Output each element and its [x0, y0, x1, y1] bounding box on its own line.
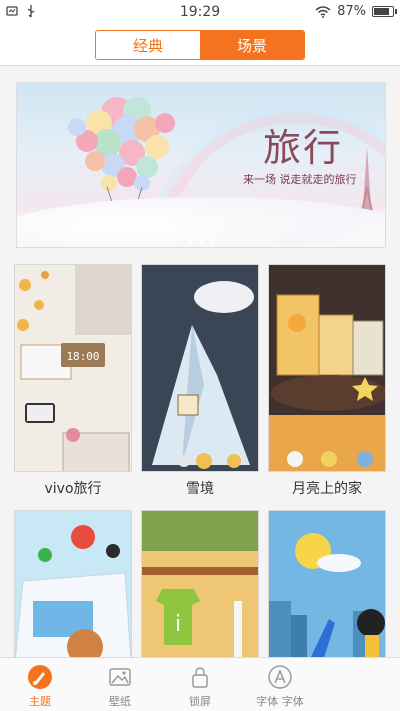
category-switcher: 经典 场景 — [95, 30, 305, 60]
banner-subtitle: 来一场 说走就走的旅行 — [243, 173, 357, 186]
theme-brush-icon — [27, 664, 53, 690]
banner-page-indicator — [17, 238, 385, 243]
theme-label: 雪境 — [186, 481, 214, 497]
nav-lockscreen[interactable]: 锁屏 — [160, 658, 240, 711]
featured-banner[interactable]: 旅行 来一场 说走就走的旅行 — [16, 82, 386, 248]
theme-thumbnail — [141, 264, 259, 472]
page-dot — [198, 238, 204, 243]
theme-card[interactable]: 月亮上的家 — [268, 264, 386, 498]
bottom-navigation: 主题 壁纸 锁屏 字体 字体 — [0, 657, 400, 711]
header: 经典 场景 — [0, 24, 400, 66]
tab-scene[interactable]: 场景 — [200, 31, 304, 59]
theme-label: vivo旅行 — [44, 481, 102, 497]
theme-thumbnail — [268, 510, 386, 660]
nav-wallpaper-label: 壁纸 — [109, 695, 131, 708]
page-dot — [187, 238, 193, 243]
nav-theme[interactable]: 主题 — [0, 658, 80, 711]
lock-icon — [187, 664, 213, 690]
theme-thumbnail — [268, 264, 386, 472]
theme-card[interactable] — [268, 510, 386, 660]
theme-thumbnail: i — [141, 510, 259, 660]
theme-card[interactable]: 18:00 vivo旅行 — [14, 264, 132, 498]
nav-font[interactable]: 字体 字体 — [240, 658, 320, 711]
svg-text:18:00: 18:00 — [66, 350, 99, 363]
status-right-icons: 87% — [315, 4, 397, 19]
theme-card[interactable] — [14, 510, 132, 660]
blank-icon — [347, 664, 373, 690]
wifi-icon — [315, 5, 331, 18]
theme-thumbnail — [14, 510, 132, 660]
tab-classic[interactable]: 经典 — [96, 31, 200, 59]
theme-label: 月亮上的家 — [292, 481, 362, 497]
status-bar: 19:29 87% — [0, 0, 400, 24]
theme-thumbnail: 18:00 — [14, 264, 132, 472]
svg-text:i: i — [175, 612, 181, 637]
nav-theme-label: 主题 — [29, 695, 51, 708]
font-icon — [267, 664, 293, 690]
theme-card[interactable]: i — [141, 510, 259, 660]
nav-extra[interactable] — [320, 658, 400, 711]
page-dot — [209, 238, 215, 243]
battery-percent: 87% — [337, 4, 366, 19]
nav-lockscreen-label: 锁屏 — [189, 695, 211, 708]
nav-wallpaper[interactable]: 壁纸 — [80, 658, 160, 711]
battery-icon — [372, 6, 397, 17]
theme-card[interactable]: 雪境 — [141, 264, 259, 498]
wallpaper-image-icon — [107, 664, 133, 690]
banner-title: 旅行 — [263, 126, 344, 170]
nav-font-label: 字体 字体 — [256, 695, 304, 708]
